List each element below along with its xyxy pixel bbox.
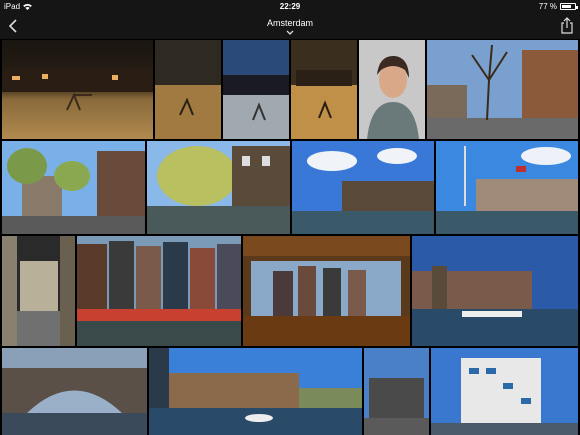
photo-canal-flags[interactable]	[436, 141, 578, 234]
photo-canal-houses-facades[interactable]	[77, 236, 241, 346]
photo-boat-window[interactable]	[243, 236, 410, 346]
photo-portrait-woman[interactable]	[359, 40, 425, 139]
photo-street-trees[interactable]	[2, 141, 145, 234]
photo-night-orange[interactable]	[291, 40, 357, 139]
photo-canal-trees[interactable]	[147, 141, 290, 234]
photo-tree-houses[interactable]	[427, 40, 578, 139]
photo-canal-boats-blue[interactable]	[412, 236, 578, 346]
nav-bar: Amsterdam	[0, 13, 580, 39]
photo-night-blue-sky[interactable]	[223, 40, 289, 139]
share-icon[interactable]	[560, 17, 574, 34]
photo-alley[interactable]	[2, 236, 75, 346]
clock: 22:29	[279, 2, 301, 11]
status-bar: iPad 22:29 77 %	[0, 0, 580, 13]
photo-canal-speedboat[interactable]	[149, 348, 362, 435]
battery-icon	[560, 3, 578, 10]
photo-canal-bridge[interactable]	[292, 141, 434, 234]
photo-modern-building[interactable]	[431, 348, 578, 435]
photo-tower-street[interactable]	[364, 348, 429, 435]
album-title[interactable]: Amsterdam	[0, 18, 580, 28]
photo-night-playground-2[interactable]	[155, 40, 221, 139]
photo-night-playground[interactable]	[2, 40, 153, 139]
chevron-down-icon[interactable]	[286, 30, 294, 35]
photo-bridge-arch[interactable]	[2, 348, 147, 435]
status-right: 77 %	[538, 0, 578, 13]
photo-grid	[0, 39, 580, 435]
battery-percent: 77 %	[538, 2, 557, 11]
